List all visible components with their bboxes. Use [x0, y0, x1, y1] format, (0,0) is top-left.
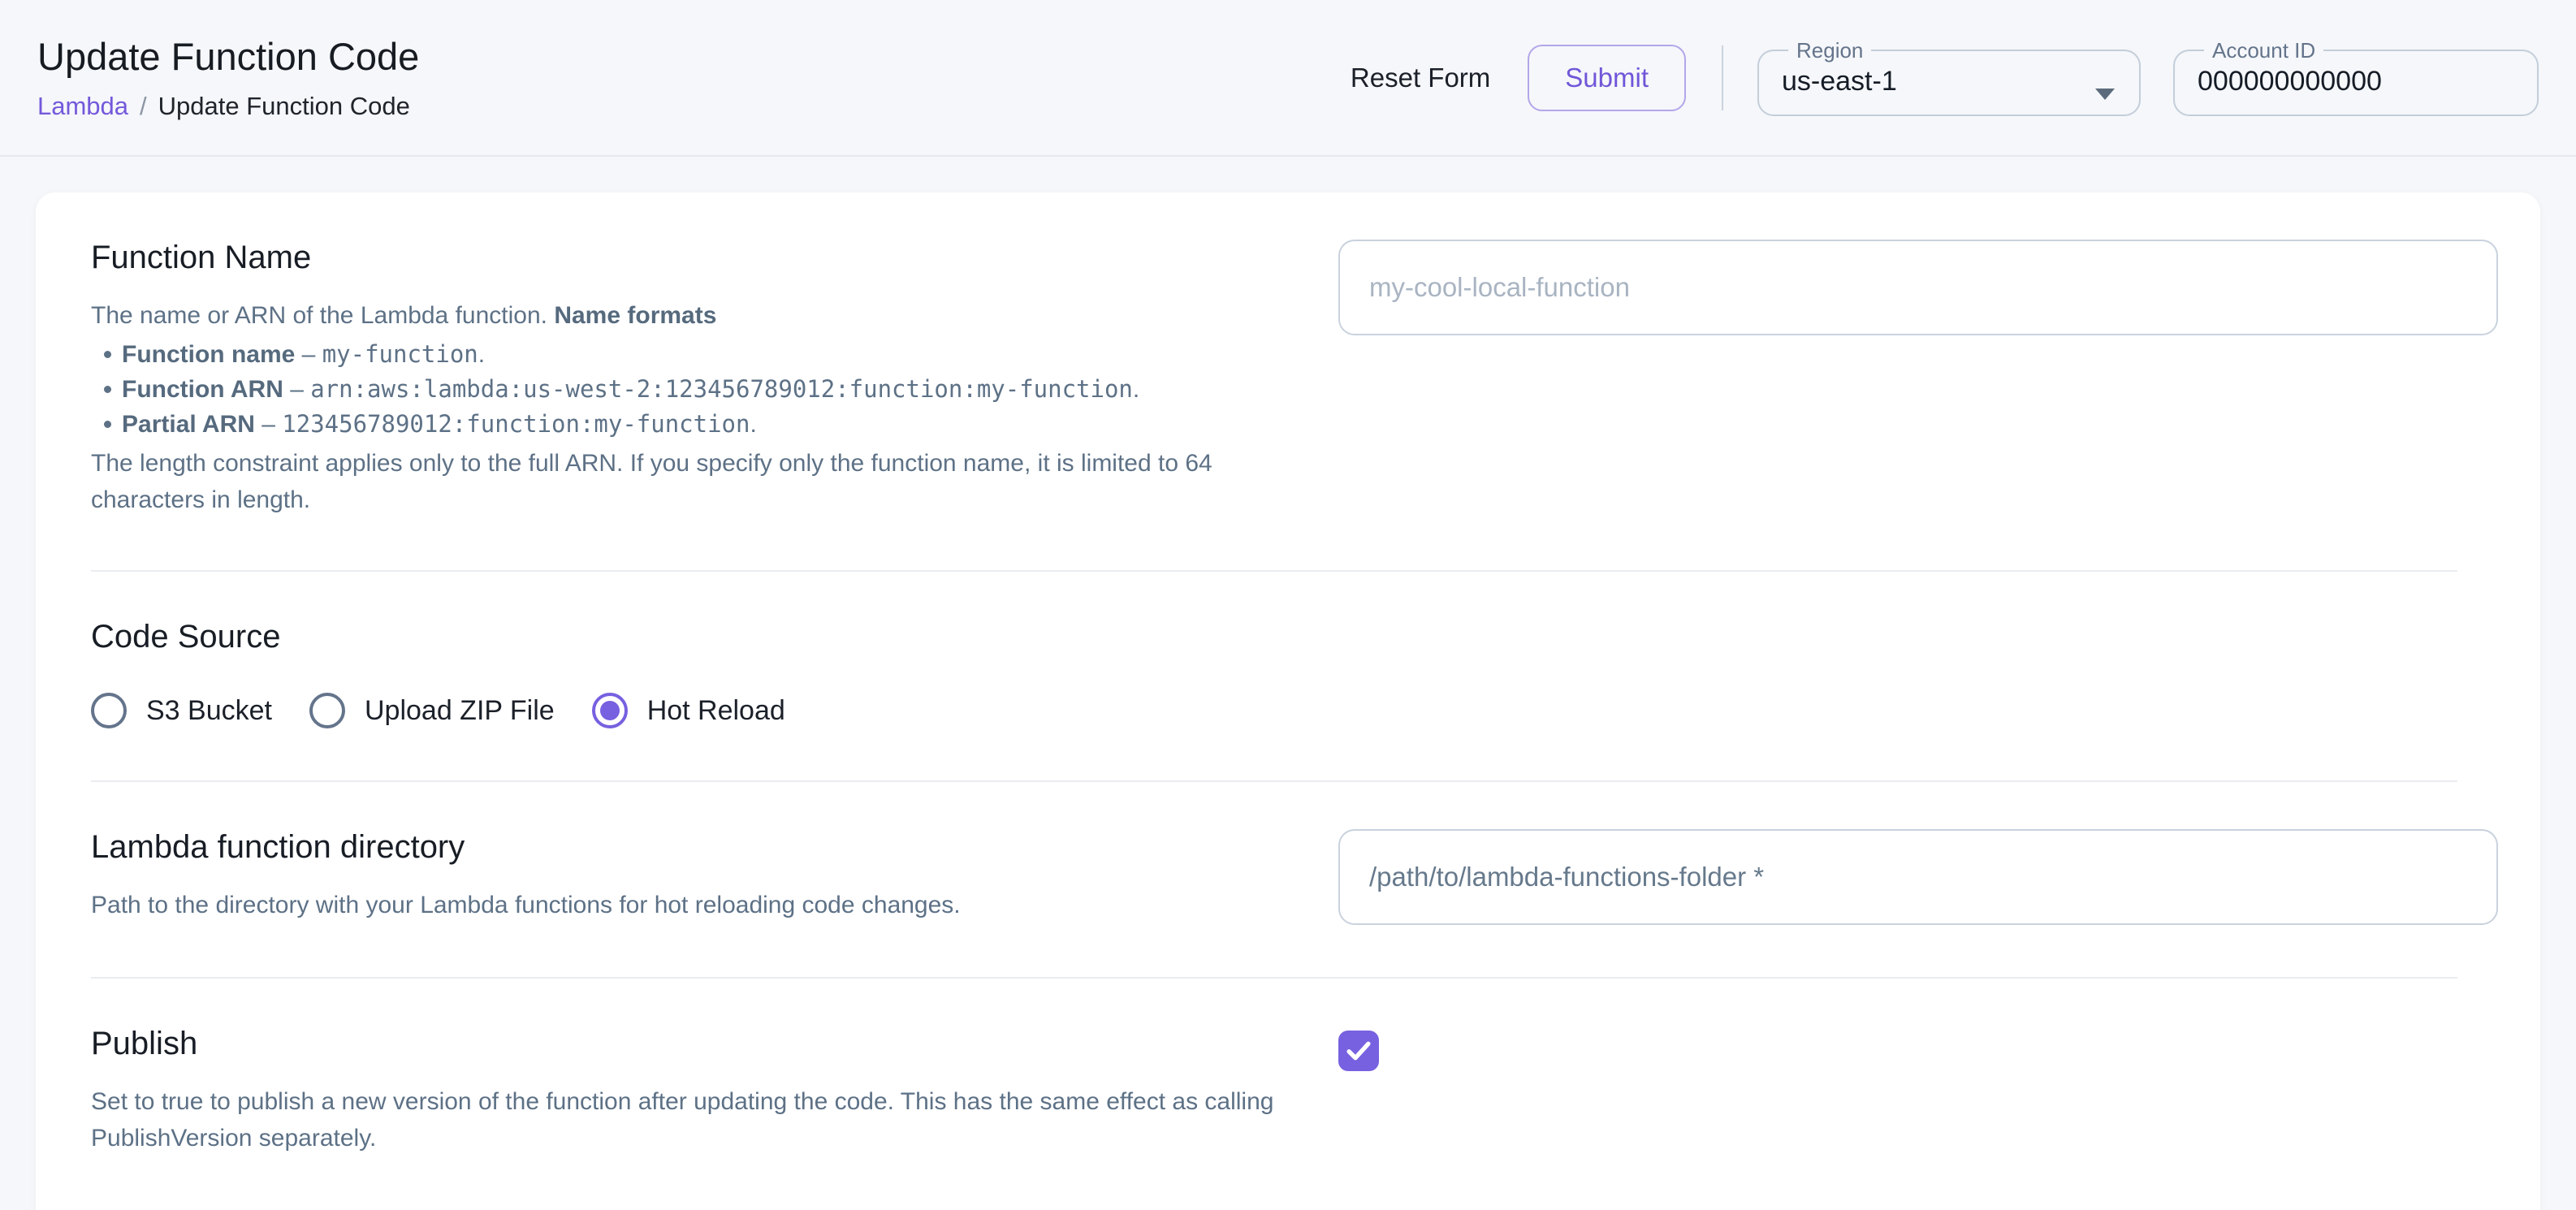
section-code-source: Code Source S3 Bucket Upload ZIP File Ho…: [91, 570, 2457, 780]
radio-unchecked-icon: [309, 693, 345, 728]
list-item: Function ARN – arn:aws:lambda:us-west-2:…: [91, 372, 1309, 407]
publish-description: Set to true to publish a new version of …: [91, 1083, 1309, 1156]
submit-button[interactable]: Submit: [1528, 45, 1686, 111]
region-value: us-east-1: [1782, 66, 1897, 97]
radio-option-upload-zip[interactable]: Upload ZIP File: [309, 693, 555, 728]
breadcrumb-current: Update Function Code: [158, 92, 410, 121]
list-item: Partial ARN – 123456789012:function:my-f…: [91, 407, 1309, 442]
list-item: Function name – my-function.: [91, 337, 1309, 372]
region-label: Region: [1788, 40, 1871, 61]
name-format-list: Function name – my-function. Function AR…: [91, 337, 1309, 442]
dropdown-arrow-icon: [2095, 89, 2115, 100]
account-id-value: 000000000000: [2198, 66, 2382, 97]
radio-option-hot-reload[interactable]: Hot Reload: [592, 693, 785, 728]
function-name-note: The length constraint applies only to th…: [91, 450, 1212, 513]
section-function-name: Function Name The name or ARN of the Lam…: [91, 192, 2457, 570]
radio-option-s3-bucket[interactable]: S3 Bucket: [91, 693, 272, 728]
reset-form-button[interactable]: Reset Form: [1328, 46, 1513, 110]
section-function-directory: Lambda function directory Path to the di…: [91, 780, 2457, 977]
section-publish: Publish Set to true to publish a new ver…: [91, 977, 2457, 1208]
code-source-radio-group: S3 Bucket Upload ZIP File Hot Reload: [91, 693, 2457, 728]
header-actions: Reset Form Submit Region us-east-1 Accou…: [1328, 40, 2539, 116]
publish-heading: Publish: [91, 1026, 1309, 1062]
function-name-input[interactable]: [1338, 240, 2498, 335]
account-id-field[interactable]: Account ID 000000000000: [2173, 40, 2539, 116]
region-select[interactable]: Region us-east-1: [1757, 40, 2141, 116]
header-vertical-divider: [1722, 45, 1723, 110]
function-name-heading: Function Name: [91, 240, 1309, 276]
page-title: Update Function Code: [37, 34, 419, 79]
page-header: Update Function Code Lambda / Update Fun…: [0, 0, 2576, 157]
form-card: Function Name The name or ARN of the Lam…: [36, 192, 2540, 1210]
publish-checkbox[interactable]: [1338, 1031, 1379, 1071]
account-id-label: Account ID: [2204, 40, 2323, 61]
code-source-heading: Code Source: [91, 619, 2457, 655]
checkmark-icon: [1343, 1035, 1374, 1066]
breadcrumb-lambda-link[interactable]: Lambda: [37, 92, 128, 121]
directory-description: Path to the directory with your Lambda f…: [91, 887, 1309, 923]
breadcrumb-separator: /: [140, 92, 147, 121]
radio-checked-icon: [592, 693, 628, 728]
directory-input[interactable]: [1338, 829, 2498, 925]
radio-unchecked-icon: [91, 693, 127, 728]
function-name-description: The name or ARN of the Lambda function. …: [91, 297, 1309, 518]
breadcrumb: Lambda / Update Function Code: [37, 92, 419, 121]
title-block: Update Function Code Lambda / Update Fun…: [37, 34, 419, 121]
page-body: Function Name The name or ARN of the Lam…: [0, 157, 2576, 1210]
directory-heading: Lambda function directory: [91, 829, 1309, 866]
